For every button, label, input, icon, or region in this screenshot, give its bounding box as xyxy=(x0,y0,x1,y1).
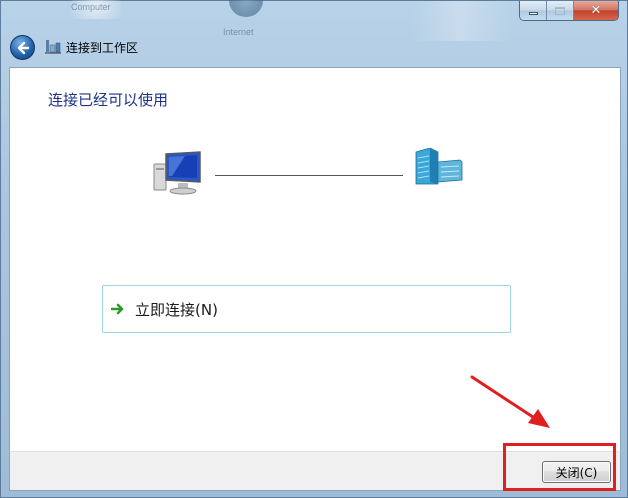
green-arrow-icon xyxy=(111,302,125,316)
workplace-connection-icon xyxy=(45,40,61,54)
content-pane: 连接已经可以使用 立即连接(N) xyxy=(9,67,621,451)
close-button[interactable]: 关闭(C) xyxy=(542,461,611,483)
page-heading: 连接已经可以使用 xyxy=(48,91,169,109)
connect-now-label: 立即连接(N) xyxy=(135,300,218,319)
back-arrow-icon xyxy=(17,41,29,54)
maximize-button[interactable] xyxy=(547,1,574,20)
caption-buttons: ✕ xyxy=(519,1,619,21)
footer-bar: 关闭(C) xyxy=(9,451,621,491)
glass-highlight xyxy=(411,1,511,41)
back-button[interactable] xyxy=(10,35,35,60)
background-label-computer: Computer xyxy=(71,2,111,12)
window-title: 连接到工作区 xyxy=(66,41,139,55)
close-icon: ✕ xyxy=(590,3,602,18)
minimize-button[interactable] xyxy=(520,1,547,20)
connect-now-link[interactable]: 立即连接(N) xyxy=(102,285,511,333)
background-globe-icon xyxy=(229,0,263,17)
background-label-internet: Internet xyxy=(223,27,254,37)
computer-icon xyxy=(153,151,201,195)
close-window-button[interactable]: ✕ xyxy=(574,1,618,20)
building-icon xyxy=(415,148,463,185)
minimize-icon xyxy=(528,12,538,15)
connection-line xyxy=(215,175,403,176)
window-frame: Computer Internet ✕ 连接到工作区 连接已经可以使用 立即连接… xyxy=(0,0,628,498)
maximize-icon xyxy=(555,6,565,15)
